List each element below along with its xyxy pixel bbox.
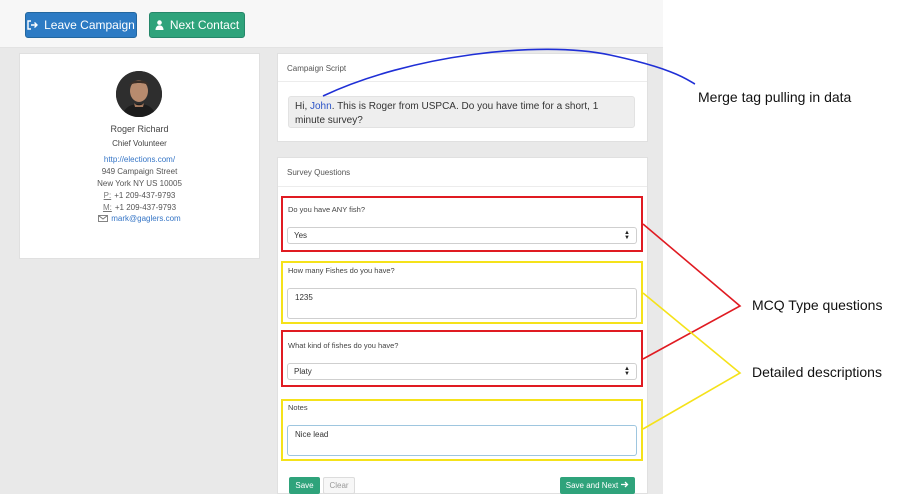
contact-website-link[interactable]: http://elections.com/ (20, 155, 259, 164)
contact-phone-primary: P: +1 209-437-9793 (20, 191, 259, 200)
contact-role: Chief Volunteer (112, 139, 167, 148)
annotated-screenshot: Leave Campaign Next Contact Roger Richar… (0, 0, 900, 494)
user-icon (155, 20, 164, 30)
contact-address-line2: New York NY US 10005 (97, 179, 182, 188)
contact-address-line1: 949 Campaign Street (101, 167, 178, 176)
leave-campaign-button[interactable]: Leave Campaign (25, 12, 137, 38)
panel-divider (278, 186, 647, 187)
script-text-before: Hi, (295, 101, 310, 112)
contact-name: Roger Richard (110, 124, 169, 134)
phone-mobile-prefix: M: (102, 203, 112, 212)
campaign-script-title: Campaign Script (287, 64, 347, 73)
top-toolbar: Leave Campaign Next Contact (0, 0, 663, 48)
contact-phone-mobile: M: +1 209-437-9793 (20, 203, 259, 212)
detail-outline-1 (281, 261, 643, 324)
save-and-next-button[interactable]: Save and Next (560, 477, 635, 494)
save-button[interactable]: Save (289, 477, 320, 494)
phone-primary-value: +1 209-437-9793 (114, 191, 176, 200)
contact-card: Roger Richard Chief Volunteer http://ele… (19, 53, 260, 259)
avatar (116, 71, 162, 117)
sign-out-icon (27, 20, 39, 30)
mcq-outline-2 (281, 330, 643, 387)
clear-button[interactable]: Clear (323, 477, 355, 494)
phone-mobile-value: +1 209-437-9793 (114, 203, 177, 212)
campaign-script-text: Hi, John. This is Roger from USPCA. Do y… (288, 96, 635, 128)
annotation-detailed: Detailed descriptions (752, 364, 882, 380)
app-screenshot: Leave Campaign Next Contact Roger Richar… (0, 0, 663, 494)
panel-divider (278, 81, 647, 82)
arrow-right-icon (621, 481, 629, 490)
envelope-icon (98, 215, 109, 224)
survey-questions-title: Survey Questions (287, 168, 351, 177)
script-text-after: . This is Roger from USPCA. Do you have … (295, 101, 599, 126)
campaign-script-panel: Campaign Script Hi, John. This is Roger … (277, 53, 648, 142)
leave-campaign-label: Leave Campaign (44, 18, 135, 32)
mcq-outline-1 (281, 196, 643, 252)
merge-tag-value: John (310, 101, 332, 112)
contact-email-link[interactable]: mark@gaglers.com (111, 214, 180, 223)
contact-email-row: mark@gaglers.com (20, 214, 259, 224)
annotation-merge-tag: Merge tag pulling in data (698, 89, 852, 105)
next-contact-button[interactable]: Next Contact (149, 12, 245, 38)
save-and-next-label: Save and Next (565, 481, 619, 490)
next-contact-label: Next Contact (169, 18, 240, 32)
annotation-mcq: MCQ Type questions (752, 297, 883, 313)
detail-outline-2 (281, 399, 643, 461)
phone-primary-prefix: P: (103, 191, 112, 200)
